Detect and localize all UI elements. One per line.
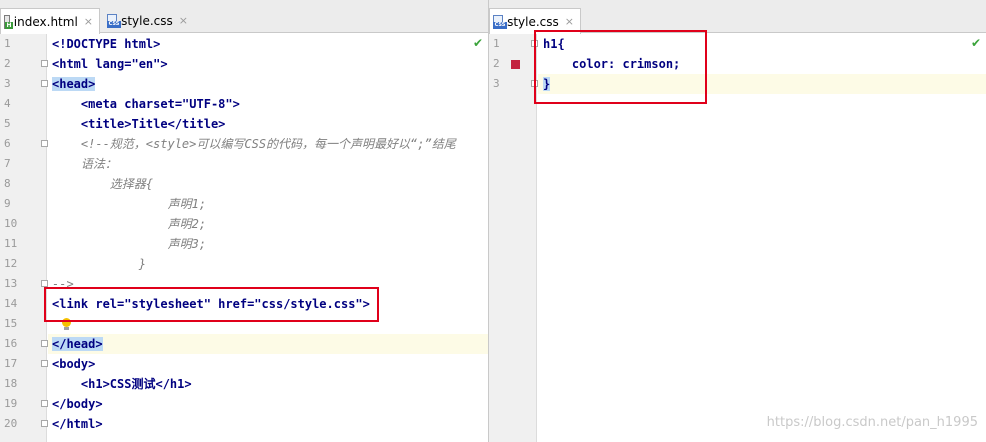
code-comment: 声明2; (52, 217, 207, 231)
breakpoint-icon[interactable] (511, 60, 520, 69)
code-comment: 声明3; (52, 237, 207, 251)
code-line: 声明2; (48, 214, 488, 234)
fold-marker-icon[interactable] (41, 420, 48, 427)
code-text: </html> (52, 417, 103, 431)
code-comment: 声明1; (52, 197, 207, 211)
line-number-gutter[interactable]: 1 2 3 4 5 6 7 8 9 10 11 12 13 14 15 16 1… (0, 34, 48, 442)
tab-index-html[interactable]: index.html × (0, 8, 100, 34)
tab-label: style.css (507, 14, 559, 29)
line-number: 14 (4, 297, 18, 310)
code-editor-index-html[interactable]: <!DOCTYPE html> <html lang="en"> <head> … (48, 34, 488, 442)
watermark: https://blog.csdn.net/pan_h1995 (766, 415, 978, 430)
line-number: 3 (493, 77, 500, 90)
right-tab-bar: style.css × (489, 0, 986, 34)
code-comment: 选择器{ (52, 177, 154, 191)
close-icon[interactable]: × (179, 14, 188, 27)
fold-marker-icon[interactable] (41, 80, 48, 87)
code-line: <meta charset="UTF-8"> (48, 94, 488, 114)
code-line: <title>Title</title> (48, 114, 488, 134)
code-line: <h1>CSS测试</h1> (48, 374, 488, 394)
annotation-box-link (44, 287, 379, 322)
left-editor-pane: index.html × style.css × 1 2 3 4 5 6 7 8… (0, 0, 488, 442)
line-number: 10 (4, 217, 18, 230)
check-icon: ✔ (473, 36, 484, 50)
code-line: 语法： (48, 154, 488, 174)
annotation-box-css (534, 30, 707, 104)
right-editor-pane: style.css × 1 2 3 h1{ color: crimson; } … (489, 0, 986, 442)
line-number: 6 (4, 137, 11, 150)
css-file-icon (493, 14, 508, 29)
code-line: } (48, 254, 488, 274)
line-number: 18 (4, 377, 18, 390)
code-text: <body> (52, 357, 96, 371)
code-line: <!DOCTYPE html> (48, 34, 488, 54)
line-number: 16 (4, 337, 18, 350)
code-line: <html lang="en"> (48, 54, 488, 74)
fold-marker-icon[interactable] (41, 60, 48, 67)
code-line: <head> (48, 74, 488, 94)
fold-marker-icon[interactable] (41, 280, 48, 287)
line-number: 1 (493, 37, 500, 50)
code-line: 选择器{ (48, 174, 488, 194)
code-line: <body> (48, 354, 488, 374)
line-number: 12 (4, 257, 18, 270)
line-number-gutter[interactable]: 1 2 3 (489, 34, 538, 442)
code-text: <meta charset="UTF-8"> (52, 97, 240, 111)
code-line: </html> (48, 414, 488, 434)
fold-marker-icon[interactable] (41, 400, 48, 407)
line-number: 2 (493, 57, 500, 70)
code-comment: <!--规范，<style>可以编写CSS的代码，每一个声明最好以“;”结尾 (52, 137, 456, 151)
close-icon[interactable]: × (84, 15, 93, 28)
line-number: 3 (4, 77, 11, 90)
html-file-icon (4, 14, 13, 29)
line-number: 17 (4, 357, 18, 370)
code-text: </head> (52, 337, 103, 351)
check-icon: ✔ (971, 36, 982, 50)
left-tab-bar: index.html × style.css × (0, 0, 488, 34)
line-number: 1 (4, 37, 11, 50)
line-number: 20 (4, 417, 18, 430)
line-number: 13 (4, 277, 18, 290)
code-line: 声明3; (48, 234, 488, 254)
code-comment: 语法： (52, 157, 117, 171)
code-text: </body> (52, 397, 103, 411)
current-code-line: </head> (48, 334, 488, 354)
line-number: 7 (4, 157, 11, 170)
line-number: 11 (4, 237, 18, 250)
tab-label: index.html (13, 14, 78, 29)
line-number: 5 (4, 117, 11, 130)
code-text: <!DOCTYPE html> (52, 37, 161, 51)
code-text: <html lang="en"> (52, 57, 168, 71)
tab-style-css[interactable]: style.css × (104, 8, 194, 33)
code-line: <!--规范，<style>可以编写CSS的代码，每一个声明最好以“;”结尾 (48, 134, 488, 154)
line-number: 15 (4, 317, 18, 330)
line-number: 4 (4, 97, 11, 110)
code-line: 声明1; (48, 194, 488, 214)
code-text: <head> (52, 77, 96, 91)
tab-label: style.css (121, 13, 173, 28)
fold-marker-icon[interactable] (41, 340, 48, 347)
fold-marker-icon[interactable] (41, 140, 48, 147)
css-file-icon (107, 13, 122, 28)
line-number: 8 (4, 177, 11, 190)
code-text: <title>Title</title> (52, 117, 226, 131)
fold-marker-icon[interactable] (41, 360, 48, 367)
close-icon[interactable]: × (565, 15, 574, 28)
line-number: 19 (4, 397, 18, 410)
code-line: </body> (48, 394, 488, 414)
code-comment: } (52, 257, 146, 271)
line-number: 9 (4, 197, 11, 210)
code-text: <h1>CSS测试</h1> (52, 377, 192, 391)
line-number: 2 (4, 57, 11, 70)
